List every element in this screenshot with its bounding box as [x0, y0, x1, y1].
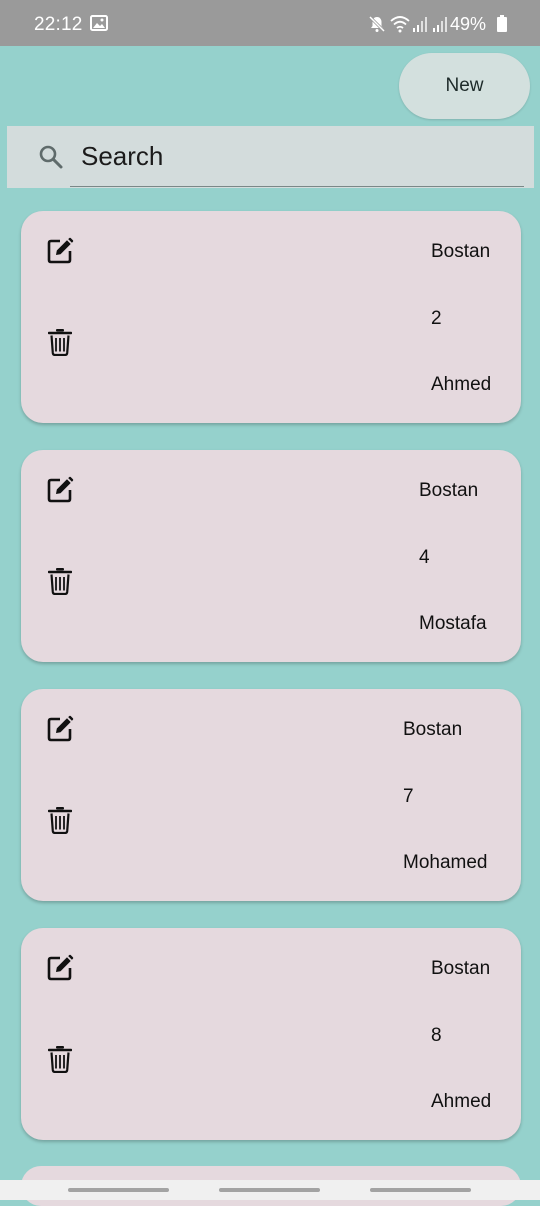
delete-icon[interactable]: [48, 806, 72, 834]
delete-icon[interactable]: [48, 567, 72, 595]
wifi-icon: [390, 16, 410, 33]
list-item-card[interactable]: Bostan 8 Ahmed: [21, 928, 521, 1140]
card-person: Mostafa: [419, 613, 487, 634]
list-item-card[interactable]: Bostan 7 Mohamed: [21, 689, 521, 901]
search-input[interactable]: [81, 136, 521, 176]
card-person: Ahmed: [431, 374, 492, 395]
search-icon: [39, 145, 63, 169]
card-person: Ahmed: [431, 1091, 492, 1112]
nav-home-handle[interactable]: [219, 1188, 320, 1192]
status-bar: 22:12 49%: [0, 0, 540, 46]
nav-recents-handle[interactable]: [68, 1188, 169, 1192]
card-count: 8: [431, 1025, 442, 1046]
list-item-card[interactable]: Bostan 2 Ahmed: [21, 211, 521, 423]
status-time: 22:12: [34, 14, 83, 35]
delete-icon[interactable]: [48, 328, 72, 356]
search-underline: [70, 186, 524, 187]
gallery-notification-icon: [90, 15, 108, 31]
card-person: Mohamed: [403, 852, 488, 873]
edit-icon[interactable]: [46, 237, 74, 265]
card-title: Bostan: [431, 958, 491, 979]
card-count: 2: [431, 308, 442, 329]
navigation-bar: [0, 1180, 540, 1200]
battery-percentage: 49%: [449, 14, 486, 34]
card-title: Bostan: [431, 241, 491, 262]
mute-icon: [368, 15, 386, 33]
card-count: 7: [403, 786, 414, 807]
delete-icon[interactable]: [48, 1045, 72, 1073]
new-button[interactable]: New: [399, 53, 530, 119]
signal-icon-2: [433, 17, 447, 32]
card-title: Bostan: [419, 480, 479, 501]
card-count: 4: [419, 547, 430, 568]
edit-icon[interactable]: [46, 954, 74, 982]
search-bar[interactable]: [7, 126, 534, 188]
edit-icon[interactable]: [46, 715, 74, 743]
nav-back-handle[interactable]: [370, 1188, 471, 1192]
signal-icon: [413, 17, 427, 32]
list-item-card[interactable]: Bostan 4 Mostafa: [21, 450, 521, 662]
edit-icon[interactable]: [46, 476, 74, 504]
battery-icon: [497, 15, 507, 32]
card-title: Bostan: [403, 719, 463, 740]
